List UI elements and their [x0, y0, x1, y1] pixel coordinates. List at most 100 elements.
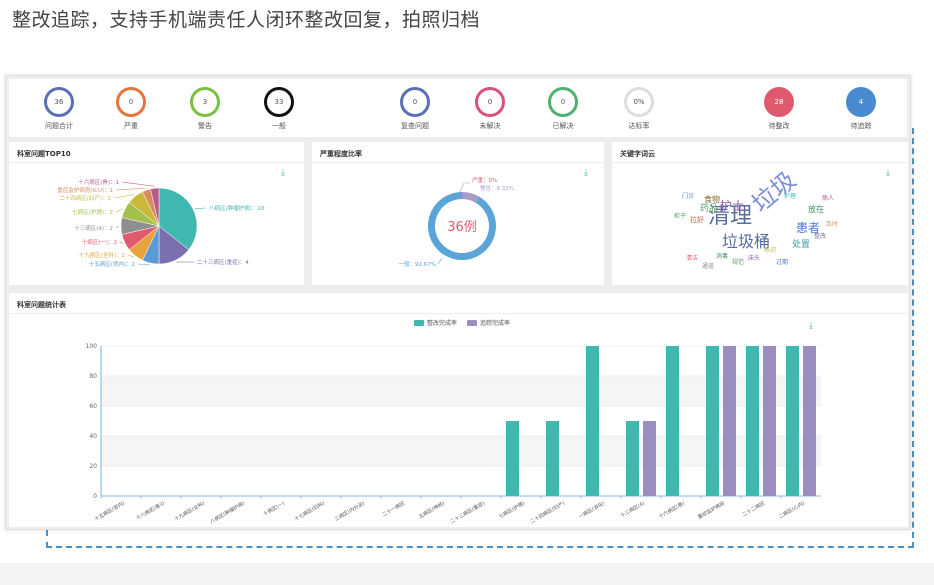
stat-label: 严重 — [124, 122, 138, 130]
word-cloud-word[interactable]: 垃圾桶 — [722, 234, 770, 250]
stat-0[interactable]: 36 问题合计 — [29, 87, 89, 131]
x-tick-label: 一病区(消化) — [577, 500, 606, 521]
word-cloud-word[interactable]: 整改 — [814, 234, 826, 240]
stat-6[interactable]: 0 已解决 — [533, 87, 593, 131]
pie-label: 八病区(肿瘤护病)：10 — [209, 204, 265, 212]
page-headline: 整改追踪，支持手机端责任人闭环整改回复，拍照归档 — [12, 9, 481, 31]
x-tick-label: 八病区(肿瘤护病) — [209, 500, 246, 526]
dashed-guide-bottom — [46, 546, 914, 548]
word-cloud-word[interactable]: 通道 — [702, 264, 714, 270]
y-tick-label: 0 — [93, 493, 97, 500]
word-cloud-word[interactable]: 放在 — [808, 206, 824, 214]
y-tick-label: 60 — [89, 403, 97, 410]
bar[interactable] — [626, 421, 639, 496]
stat-label: 达标率 — [628, 122, 650, 130]
x-tick-label: 十五病区(肾内) — [93, 500, 126, 523]
bar[interactable] — [643, 421, 656, 496]
word-cloud-word[interactable]: 柜子 — [674, 214, 686, 220]
word-cloud-word[interactable]: 床头 — [748, 256, 760, 262]
pie-label: 十三病区(4)：2 — [74, 224, 113, 232]
word-cloud-word[interactable]: 药品 — [700, 205, 718, 214]
x-tick-label: 十九病区(全科) — [173, 500, 206, 523]
word-cloud-word[interactable]: 处置 — [792, 241, 810, 250]
y-tick-label: 20 — [89, 463, 97, 470]
stat-ring: 0% — [624, 87, 654, 117]
pie-label: 七病区(护理)：2 — [72, 208, 113, 216]
word-cloud-word[interactable]: 消毒 — [716, 254, 728, 260]
y-tick-label: 80 — [89, 373, 97, 380]
x-tick-label: 五病区(神经) — [417, 500, 446, 521]
x-tick-label: 七病区(护理) — [497, 500, 526, 521]
pie-chart: 八病区(肿瘤护病)：10 二十三病区(重症)：4 十五病区(肾内)：2十九病区(全科… — [57, 178, 265, 268]
dashboard-frame: 36 问题合计 0 严重 3 警告 33 一般 0 复查问题 0 未解决 0 已解决 0% 达标率 28 待整改 4… — [5, 75, 911, 530]
bar[interactable] — [586, 346, 599, 496]
x-tick-label: 十七病区(妇科) — [293, 500, 326, 523]
stat-label: 复查问题 — [401, 122, 429, 130]
x-tick-label: 三病区(内分泌) — [333, 500, 366, 523]
stat-label: 警告 — [198, 122, 212, 130]
stat-ring: 0 — [116, 87, 146, 117]
stat-7[interactable]: 0% 达标率 — [609, 87, 669, 131]
stat-4[interactable]: 0 复查问题 — [385, 87, 445, 131]
x-tick-label: 十六病区(骨) — [657, 500, 686, 521]
stat-label: 问题合计 — [45, 122, 73, 130]
x-tick-label: 十八病区(骨3) — [135, 500, 166, 522]
pie-label: 十六病区(骨)：1 — [78, 178, 119, 186]
stat-label: 已解决 — [552, 122, 574, 130]
stat-9[interactable]: 4 待追踪 — [831, 87, 891, 131]
x-tick-label: 十病区(一) — [262, 500, 286, 518]
y-tick-label: 100 — [86, 343, 98, 350]
bar[interactable] — [763, 346, 776, 496]
pie-label: 十病区(一)：2 — [82, 238, 117, 246]
word-cloud-word[interactable]: 及时 — [826, 222, 838, 228]
bar[interactable] — [803, 346, 816, 496]
stat-ring: 0 — [475, 87, 505, 117]
dashed-guide-left — [46, 530, 48, 548]
bar[interactable] — [546, 421, 559, 496]
word-cloud-word[interactable]: 垃圾 — [747, 166, 802, 218]
stat-ring: 28 — [764, 87, 794, 117]
word-cloud-word[interactable]: 食物 — [704, 196, 720, 204]
word-cloud-word[interactable]: 护士 — [720, 200, 744, 212]
word-cloud-word[interactable]: 清洁 — [686, 256, 698, 262]
donut-center-label: 36例 — [447, 220, 477, 235]
stat-ring: 0 — [548, 87, 578, 117]
word-cloud-word[interactable]: 拉好 — [690, 217, 704, 224]
stat-label: 未解决 — [479, 122, 501, 130]
stat-ring: 36 — [44, 87, 74, 117]
word-cloud-word[interactable]: 过期 — [776, 260, 788, 266]
stat-label: 一般 — [272, 122, 286, 130]
stat-label: 待整改 — [768, 122, 790, 130]
stat-1[interactable]: 0 严重 — [101, 87, 161, 131]
donut-label: 警告：8.33% — [480, 184, 514, 192]
bar[interactable] — [786, 346, 799, 496]
bar[interactable] — [666, 346, 679, 496]
stat-5[interactable]: 0 未解决 — [460, 87, 520, 131]
stats-bar: 36 问题合计 0 严重 3 警告 33 一般 0 复查问题 0 未解决 0 已解决 0% 达标率 28 待整改 4… — [9, 79, 907, 137]
y-tick-label: 40 — [89, 433, 97, 440]
stat-ring: 0 — [400, 87, 430, 117]
word-cloud-word[interactable]: 标识 — [764, 248, 776, 254]
word-cloud-word[interactable]: 护理 — [784, 194, 796, 200]
pie-label: 二十四病区(妇产)：2 — [59, 194, 111, 202]
bar-chart: 0 20 40 60 80 100 十五病区(肾内) 十八病区(骨3) 十九病区(全科) 八病区(… — [86, 343, 821, 526]
bar[interactable] — [723, 346, 736, 496]
stat-label: 待追踪 — [850, 122, 872, 130]
word-cloud-word[interactable]: 门诊 — [682, 194, 694, 200]
x-tick-label: 二十三病区(重症) — [449, 500, 486, 526]
donut-chart: 36例 严重：0%警告：8.33% 一般：91.67% — [399, 176, 514, 268]
bottom-strip — [0, 563, 934, 585]
bar[interactable] — [746, 346, 759, 496]
bar[interactable] — [706, 346, 719, 496]
word-cloud: 清理 垃圾桶 垃圾 护士 药品 患者 处置 放在 食物 拉好 门诊 柜子 病人 及时 整改 护理 清洁 通道 规范床… — [612, 142, 908, 285]
x-tick-label: 二十二病区 — [741, 500, 766, 519]
pie-label: 十五病区(肾内)：2 — [89, 260, 135, 268]
stat-ring: 3 — [190, 87, 220, 117]
stat-3[interactable]: 33 一般 — [249, 87, 309, 131]
word-cloud-word[interactable]: 病人 — [822, 196, 834, 202]
word-cloud-word[interactable]: 规范 — [732, 260, 744, 266]
bar[interactable] — [506, 421, 519, 496]
pie-label: 重症监护病房(ICU)：1 — [57, 186, 113, 194]
stat-2[interactable]: 3 警告 — [175, 87, 235, 131]
stat-8[interactable]: 28 待整改 — [749, 87, 809, 131]
